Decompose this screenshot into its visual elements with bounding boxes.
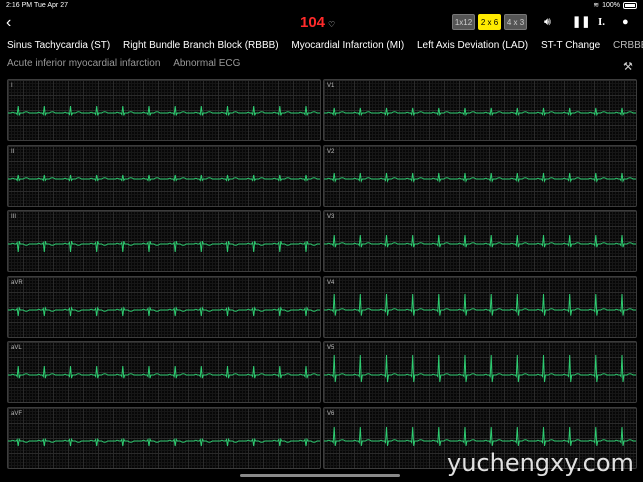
layout-2x6-button[interactable]: 2 x 6 bbox=[478, 14, 501, 30]
ecg-trace bbox=[8, 305, 320, 316]
ecg-trace bbox=[8, 174, 320, 182]
diagnosis-tag[interactable]: ST-T Change bbox=[541, 40, 600, 51]
layout-selector: 1x12 2 x 6 4 x 3 bbox=[452, 14, 527, 30]
heart-rate-value: 104 bbox=[300, 14, 326, 31]
diagnosis-tag[interactable]: Myocardial Infarction (MI) bbox=[291, 40, 404, 51]
ecg-trace-svg bbox=[324, 107, 636, 117]
ecg-trace bbox=[8, 241, 320, 253]
ecg-trace-svg bbox=[8, 105, 320, 116]
watermark: yuchengxy.com bbox=[447, 449, 634, 477]
lead-panel: V5 bbox=[323, 341, 637, 403]
ecg-trace bbox=[8, 437, 320, 446]
ecg-trace-svg bbox=[324, 293, 636, 316]
back-chevron-icon[interactable]: ‹ bbox=[6, 15, 11, 31]
ecg-trace bbox=[8, 365, 320, 379]
ecg-trace bbox=[324, 293, 636, 316]
lead-panel: I bbox=[7, 79, 321, 141]
diagnosis-tag[interactable]: Sinus Tachycardia (ST) bbox=[7, 40, 110, 51]
diagnosis-tag[interactable]: Right Bundle Branch Block (RBBB) bbox=[123, 40, 279, 51]
battery-icon bbox=[623, 1, 637, 9]
lead-panel: III bbox=[7, 210, 321, 272]
heart-rate-display: 104 ♡ bbox=[300, 14, 335, 31]
ecg-trace bbox=[324, 354, 636, 383]
status-date: Tue Apr 27 bbox=[34, 2, 68, 9]
layout-4x3-button[interactable]: 4 x 3 bbox=[504, 14, 527, 30]
home-indicator[interactable] bbox=[240, 474, 400, 477]
ecg-trace-svg bbox=[324, 234, 636, 248]
lead-panel: II bbox=[7, 144, 321, 207]
diagnosis-tag[interactable]: Left Axis Deviation (LAD) bbox=[417, 40, 528, 51]
diagnosis-row-secondary: Acute inferior myocardial infarction Abn… bbox=[7, 58, 250, 69]
lead-panel: aVL bbox=[7, 341, 321, 403]
lead-panel: aVR bbox=[7, 275, 321, 338]
diagnosis-row-primary: Sinus Tachycardia (ST) Right Bundle Bran… bbox=[7, 40, 643, 51]
speaker-icon[interactable]: 🔊︎ bbox=[544, 15, 551, 29]
lead-panel: aVF bbox=[7, 406, 321, 469]
ecg-trace bbox=[324, 426, 636, 446]
lead-panel: V2 bbox=[323, 144, 637, 207]
text-cursor-icon[interactable]: I. bbox=[598, 15, 605, 29]
record-icon[interactable]: ● bbox=[622, 15, 629, 29]
pause-icon[interactable]: ❚❚ bbox=[572, 15, 590, 29]
diagnosis-tag[interactable]: Abnormal ECG bbox=[173, 58, 240, 69]
ecg-trace-svg bbox=[8, 365, 320, 379]
diagnosis-tag[interactable]: Acute inferior myocardial infarction bbox=[7, 58, 160, 69]
wrench-icon[interactable]: ⚒ bbox=[623, 60, 633, 73]
ecg-grid: I V1 II V2 III V3 aVR V4 aVL V5 aVF V6 bbox=[7, 79, 637, 471]
ecg-trace-svg bbox=[8, 437, 320, 446]
ecg-trace-svg bbox=[8, 174, 320, 182]
ecg-trace bbox=[324, 107, 636, 117]
status-right: ≋ 100% bbox=[593, 1, 637, 9]
diagnosis-tag[interactable]: CRBBB bbox=[613, 40, 643, 51]
wifi-icon: ≋ bbox=[593, 2, 600, 9]
ecg-trace-svg bbox=[324, 172, 636, 183]
battery-percent: 100% bbox=[602, 1, 620, 9]
lead-panel: V3 bbox=[323, 210, 637, 272]
ecg-trace-svg bbox=[324, 354, 636, 383]
ecg-trace-svg bbox=[8, 305, 320, 316]
layout-1x12-button[interactable]: 1x12 bbox=[452, 14, 475, 30]
ecg-trace bbox=[324, 234, 636, 248]
status-time: 2:16 PM bbox=[6, 2, 33, 9]
ecg-trace bbox=[324, 172, 636, 183]
lead-panel: V1 bbox=[323, 79, 637, 141]
status-bar: 2:16 PM Tue Apr 27 ≋ 100% bbox=[0, 0, 643, 12]
ecg-trace-svg bbox=[8, 241, 320, 253]
lead-panel: V4 bbox=[323, 275, 637, 338]
ecg-trace bbox=[8, 105, 320, 116]
heart-icon: ♡ bbox=[328, 20, 336, 29]
